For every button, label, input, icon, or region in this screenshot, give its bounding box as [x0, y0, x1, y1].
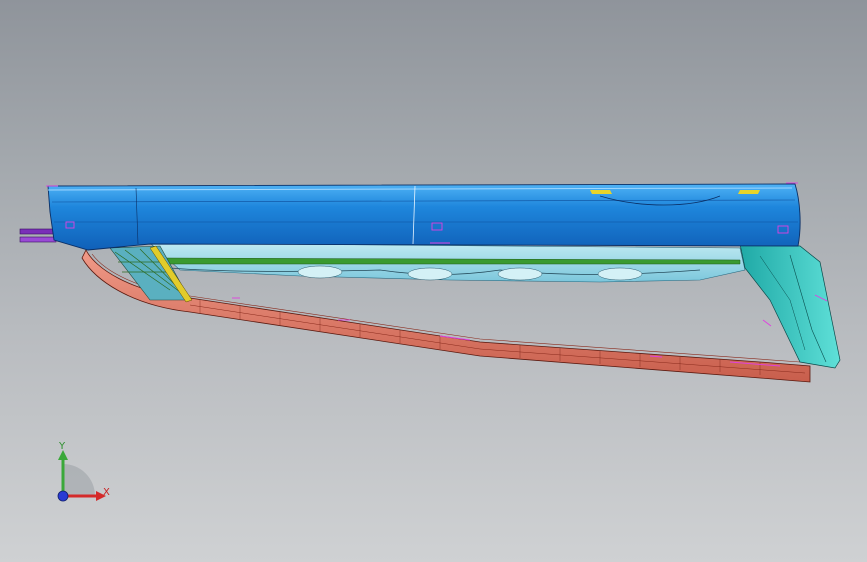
main-lens-body[interactable] — [47, 183, 801, 251]
cad-model[interactable] — [0, 0, 867, 562]
graphics-viewport[interactable]: Y X — [0, 0, 867, 562]
y-axis-label: Y — [59, 441, 66, 452]
x-axis-label: X — [103, 487, 110, 498]
interior-cavity[interactable] — [149, 242, 746, 283]
z-axis-dot — [57, 490, 69, 502]
connector-pins[interactable] — [19, 228, 57, 243]
right-support-bracket[interactable] — [739, 243, 841, 369]
